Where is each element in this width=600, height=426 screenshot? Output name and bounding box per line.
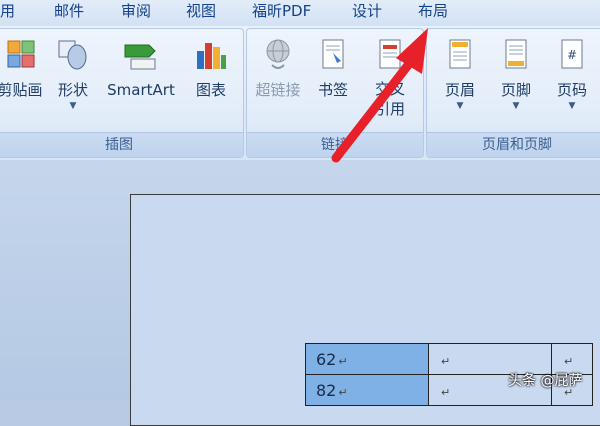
- watermark: 头条 @屁萨: [508, 373, 583, 389]
- annotation-arrow-icon: [331, 28, 428, 163]
